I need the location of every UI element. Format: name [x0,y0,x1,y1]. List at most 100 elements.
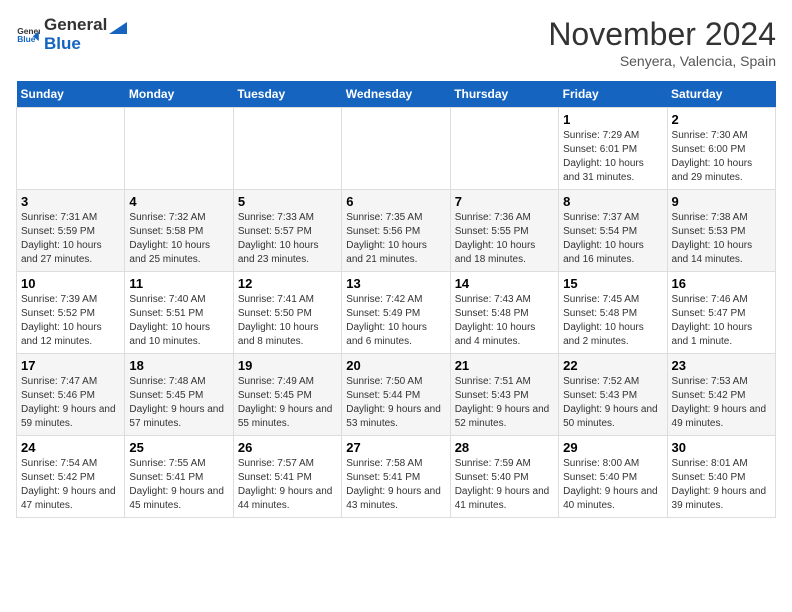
calendar-table: SundayMondayTuesdayWednesdayThursdayFrid… [16,81,776,518]
day-info: Sunrise: 7:49 AM Sunset: 5:45 PM Dayligh… [238,375,337,431]
calendar-header: SundayMondayTuesdayWednesdayThursdayFrid… [17,81,776,108]
calendar-week-2: 3Sunrise: 7:31 AM Sunset: 5:59 PM Daylig… [17,190,776,272]
calendar-cell: 23 Sunrise: 7:53 AM Sunset: 5:42 PM Dayli… [667,354,775,436]
day-number: 28 [455,440,554,455]
calendar-cell: 22 Sunrise: 7:52 AM Sunset: 5:43 PM Dayli… [559,354,667,436]
day-number: 25 [129,440,228,455]
day-number: 23 [672,358,771,373]
day-info: Sunrise: 7:58 AM Sunset: 5:41 PM Dayligh… [346,457,445,513]
day-info: Sunrise: 7:50 AM Sunset: 5:44 PM Dayligh… [346,375,445,431]
weekday-header-wednesday: Wednesday [342,81,450,108]
logo: General Blue General Blue [16,16,127,53]
day-info: Sunrise: 7:33 AM Sunset: 5:57 PM Dayligh… [238,211,337,267]
calendar-cell: 12 Sunrise: 7:41 AM Sunset: 5:50 PM Dayli… [233,272,341,354]
day-info: Sunrise: 7:43 AM Sunset: 5:48 PM Dayligh… [455,293,554,349]
day-info: Sunrise: 8:00 AM Sunset: 5:40 PM Dayligh… [563,457,662,513]
calendar-cell [450,108,558,190]
day-number: 11 [129,276,228,291]
calendar-cell: 19 Sunrise: 7:49 AM Sunset: 5:45 PM Dayli… [233,354,341,436]
calendar-cell [233,108,341,190]
day-info: Sunrise: 7:42 AM Sunset: 5:49 PM Dayligh… [346,293,445,349]
day-info: Sunrise: 7:52 AM Sunset: 5:43 PM Dayligh… [563,375,662,431]
day-info: Sunrise: 7:51 AM Sunset: 5:43 PM Dayligh… [455,375,554,431]
day-number: 9 [672,194,771,209]
calendar-cell: 8 Sunrise: 7:37 AM Sunset: 5:54 PM Daylig… [559,190,667,272]
day-number: 27 [346,440,445,455]
calendar-cell: 21Sunrise: 7:51 AM Sunset: 5:43 PM Dayli… [450,354,558,436]
day-number: 6 [346,194,445,209]
calendar-cell: 18Sunrise: 7:48 AM Sunset: 5:45 PM Dayli… [125,354,233,436]
calendar-cell: 6 Sunrise: 7:35 AM Sunset: 5:56 PM Daylig… [342,190,450,272]
calendar-cell: 1Sunrise: 7:29 AM Sunset: 6:01 PM Daylig… [559,108,667,190]
day-info: Sunrise: 7:53 AM Sunset: 5:42 PM Dayligh… [672,375,771,431]
weekday-header-monday: Monday [125,81,233,108]
weekday-header-sunday: Sunday [17,81,125,108]
day-info: Sunrise: 7:54 AM Sunset: 5:42 PM Dayligh… [21,457,120,513]
calendar-cell: 15 Sunrise: 7:45 AM Sunset: 5:48 PM Dayli… [559,272,667,354]
calendar-week-1: 1Sunrise: 7:29 AM Sunset: 6:01 PM Daylig… [17,108,776,190]
day-number: 22 [563,358,662,373]
calendar-cell: 4 Sunrise: 7:32 AM Sunset: 5:58 PM Daylig… [125,190,233,272]
weekday-header-friday: Friday [559,81,667,108]
day-number: 12 [238,276,337,291]
day-number: 29 [563,440,662,455]
weekday-header-thursday: Thursday [450,81,558,108]
calendar-cell: 17 Sunrise: 7:47 AM Sunset: 5:46 PM Dayli… [17,354,125,436]
day-number: 2 [672,112,771,127]
calendar-cell: 7Sunrise: 7:36 AM Sunset: 5:55 PM Daylig… [450,190,558,272]
day-number: 19 [238,358,337,373]
day-info: Sunrise: 7:47 AM Sunset: 5:46 PM Dayligh… [21,375,120,431]
calendar-cell: 29 Sunrise: 8:00 AM Sunset: 5:40 PM Dayli… [559,436,667,518]
logo-general-text: General [44,16,107,35]
calendar-cell: 24Sunrise: 7:54 AM Sunset: 5:42 PM Dayli… [17,436,125,518]
day-number: 17 [21,358,120,373]
calendar-cell: 16Sunrise: 7:46 AM Sunset: 5:47 PM Dayli… [667,272,775,354]
day-number: 18 [129,358,228,373]
calendar-week-3: 10Sunrise: 7:39 AM Sunset: 5:52 PM Dayli… [17,272,776,354]
day-info: Sunrise: 7:31 AM Sunset: 5:59 PM Dayligh… [21,211,120,267]
calendar-cell: 13Sunrise: 7:42 AM Sunset: 5:49 PM Dayli… [342,272,450,354]
weekday-header-saturday: Saturday [667,81,775,108]
calendar-cell: 27 Sunrise: 7:58 AM Sunset: 5:41 PM Dayli… [342,436,450,518]
calendar-cell: 5 Sunrise: 7:33 AM Sunset: 5:57 PM Daylig… [233,190,341,272]
location-text: Senyera, Valencia, Spain [548,53,776,69]
calendar-cell: 30 Sunrise: 8:01 AM Sunset: 5:40 PM Dayli… [667,436,775,518]
calendar-cell: 20 Sunrise: 7:50 AM Sunset: 5:44 PM Dayli… [342,354,450,436]
day-info: Sunrise: 7:55 AM Sunset: 5:41 PM Dayligh… [129,457,228,513]
day-number: 5 [238,194,337,209]
calendar-cell: 9 Sunrise: 7:38 AM Sunset: 5:53 PM Daylig… [667,190,775,272]
calendar-cell: 14 Sunrise: 7:43 AM Sunset: 5:48 PM Dayli… [450,272,558,354]
day-info: Sunrise: 8:01 AM Sunset: 5:40 PM Dayligh… [672,457,771,513]
day-number: 30 [672,440,771,455]
calendar-week-4: 17 Sunrise: 7:47 AM Sunset: 5:46 PM Dayli… [17,354,776,436]
day-info: Sunrise: 7:38 AM Sunset: 5:53 PM Dayligh… [672,211,771,267]
day-info: Sunrise: 7:29 AM Sunset: 6:01 PM Dayligh… [563,129,662,185]
day-info: Sunrise: 7:41 AM Sunset: 5:50 PM Dayligh… [238,293,337,349]
day-info: Sunrise: 7:35 AM Sunset: 5:56 PM Dayligh… [346,211,445,267]
day-info: Sunrise: 7:30 AM Sunset: 6:00 PM Dayligh… [672,129,771,185]
day-info: Sunrise: 7:45 AM Sunset: 5:48 PM Dayligh… [563,293,662,349]
day-info: Sunrise: 7:39 AM Sunset: 5:52 PM Dayligh… [21,293,120,349]
day-number: 20 [346,358,445,373]
calendar-cell: 3Sunrise: 7:31 AM Sunset: 5:59 PM Daylig… [17,190,125,272]
calendar-cell: 2 Sunrise: 7:30 AM Sunset: 6:00 PM Daylig… [667,108,775,190]
logo-blue-text: Blue [44,34,81,53]
day-number: 15 [563,276,662,291]
day-info: Sunrise: 7:37 AM Sunset: 5:54 PM Dayligh… [563,211,662,267]
calendar-cell [342,108,450,190]
weekday-header-tuesday: Tuesday [233,81,341,108]
calendar-cell: 11 Sunrise: 7:40 AM Sunset: 5:51 PM Dayli… [125,272,233,354]
day-number: 8 [563,194,662,209]
title-block: November 2024 Senyera, Valencia, Spain [548,16,776,69]
day-info: Sunrise: 7:32 AM Sunset: 5:58 PM Dayligh… [129,211,228,267]
calendar-cell: 10Sunrise: 7:39 AM Sunset: 5:52 PM Dayli… [17,272,125,354]
day-number: 4 [129,194,228,209]
calendar-cell: 28 Sunrise: 7:59 AM Sunset: 5:40 PM Dayli… [450,436,558,518]
day-number: 7 [455,194,554,209]
day-info: Sunrise: 7:59 AM Sunset: 5:40 PM Dayligh… [455,457,554,513]
day-info: Sunrise: 7:40 AM Sunset: 5:51 PM Dayligh… [129,293,228,349]
month-title: November 2024 [548,16,776,53]
day-number: 14 [455,276,554,291]
calendar-cell [17,108,125,190]
day-number: 16 [672,276,771,291]
